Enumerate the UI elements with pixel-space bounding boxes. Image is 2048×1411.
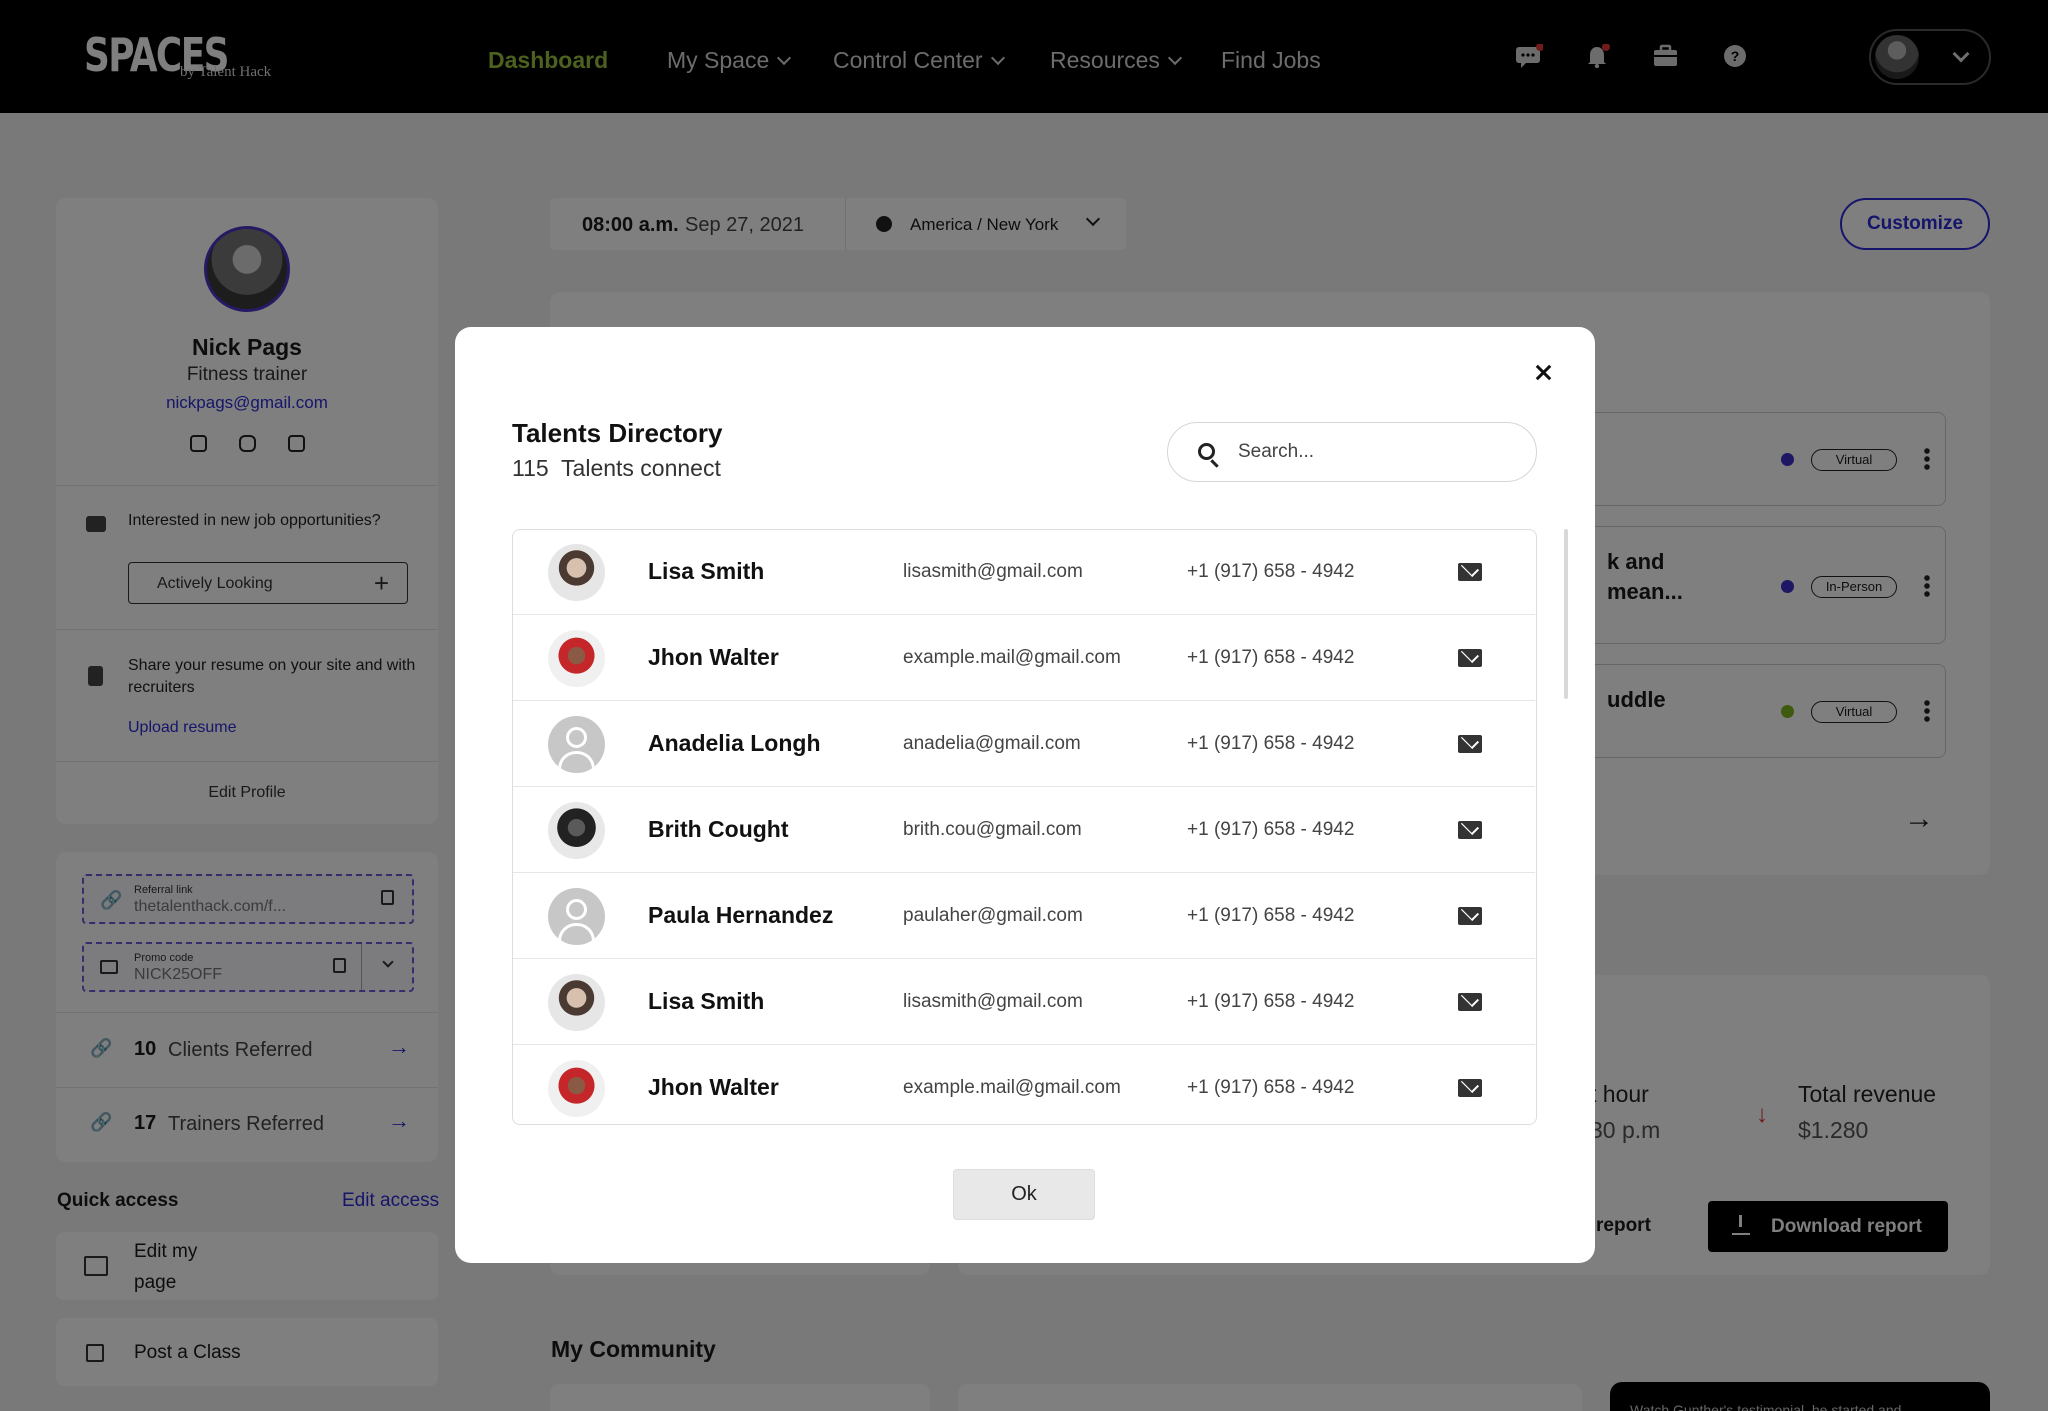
talent-phone: +1 (917) 658 - 4942: [1187, 733, 1355, 754]
talent-name[interactable]: Jhon Walter: [648, 1074, 779, 1101]
talent-email: brith.cou@gmail.com: [903, 819, 1082, 840]
mail-icon[interactable]: [1458, 1079, 1482, 1097]
talent-name[interactable]: Paula Hernandez: [648, 902, 833, 929]
avatar: [548, 802, 605, 859]
avatar: [548, 544, 605, 601]
talent-email: anadelia@gmail.com: [903, 733, 1081, 754]
mail-icon[interactable]: [1458, 821, 1482, 839]
talent-row[interactable]: Anadelia Longh anadelia@gmail.com +1 (917)…: [513, 702, 1535, 787]
talent-phone: +1 (917) 658 - 4942: [1187, 561, 1355, 582]
avatar: [548, 974, 605, 1031]
talent-email: example.mail@gmail.com: [903, 1077, 1121, 1098]
mail-icon[interactable]: [1458, 563, 1482, 581]
talent-row[interactable]: Lisa Smith lisasmith@gmail.com +1 (917) 65…: [513, 530, 1535, 615]
mail-icon[interactable]: [1458, 735, 1482, 753]
mail-icon[interactable]: [1458, 649, 1482, 667]
talent-name[interactable]: Lisa Smith: [648, 988, 764, 1015]
talent-name[interactable]: Brith Cought: [648, 816, 789, 843]
talent-count: 115: [512, 455, 549, 481]
talent-list: Lisa Smith lisasmith@gmail.com +1 (917) 65…: [512, 529, 1537, 1125]
talent-row[interactable]: Jhon Walter example.mail@gmail.com +1 (917…: [513, 1046, 1535, 1124]
talent-name[interactable]: Jhon Walter: [648, 644, 779, 671]
talent-count-label: Talents connect: [561, 455, 721, 481]
mail-icon[interactable]: [1458, 993, 1482, 1011]
talent-row[interactable]: Brith Cought brith.cou@gmail.com +1 (917) …: [513, 788, 1535, 873]
talent-count-line: 115 Talents connect: [512, 455, 721, 482]
talent-phone: +1 (917) 658 - 4942: [1187, 905, 1355, 926]
scrollbar[interactable]: [1564, 529, 1568, 699]
ok-button[interactable]: Ok: [953, 1169, 1095, 1220]
talent-email: example.mail@gmail.com: [903, 647, 1121, 668]
close-icon[interactable]: [1532, 361, 1556, 385]
search-box: [1167, 422, 1537, 482]
talent-email: paulaher@gmail.com: [903, 905, 1083, 926]
talent-row[interactable]: Jhon Walter example.mail@gmail.com +1 (917…: [513, 616, 1535, 701]
talent-phone: +1 (917) 658 - 4942: [1187, 1077, 1355, 1098]
avatar: [548, 1060, 605, 1117]
mail-icon[interactable]: [1458, 907, 1482, 925]
modal-title: Talents Directory: [512, 418, 723, 448]
search-icon: [1198, 443, 1215, 460]
talent-phone: +1 (917) 658 - 4942: [1187, 819, 1355, 840]
avatar: [548, 630, 605, 687]
talent-name[interactable]: Lisa Smith: [648, 558, 764, 585]
talent-name[interactable]: Anadelia Longh: [648, 730, 821, 757]
search-input[interactable]: [1238, 435, 1518, 469]
avatar: [548, 888, 605, 945]
talent-email: lisasmith@gmail.com: [903, 991, 1083, 1012]
talents-directory-modal: Talents Directory 115 Talents connect Li…: [455, 327, 1595, 1263]
talent-phone: +1 (917) 658 - 4942: [1187, 991, 1355, 1012]
talent-email: lisasmith@gmail.com: [903, 561, 1083, 582]
talent-row[interactable]: Lisa Smith lisasmith@gmail.com +1 (917) 65…: [513, 960, 1535, 1045]
talent-phone: +1 (917) 658 - 4942: [1187, 647, 1355, 668]
avatar: [548, 716, 605, 773]
talent-row[interactable]: Paula Hernandez paulaher@gmail.com +1 (917…: [513, 874, 1535, 959]
